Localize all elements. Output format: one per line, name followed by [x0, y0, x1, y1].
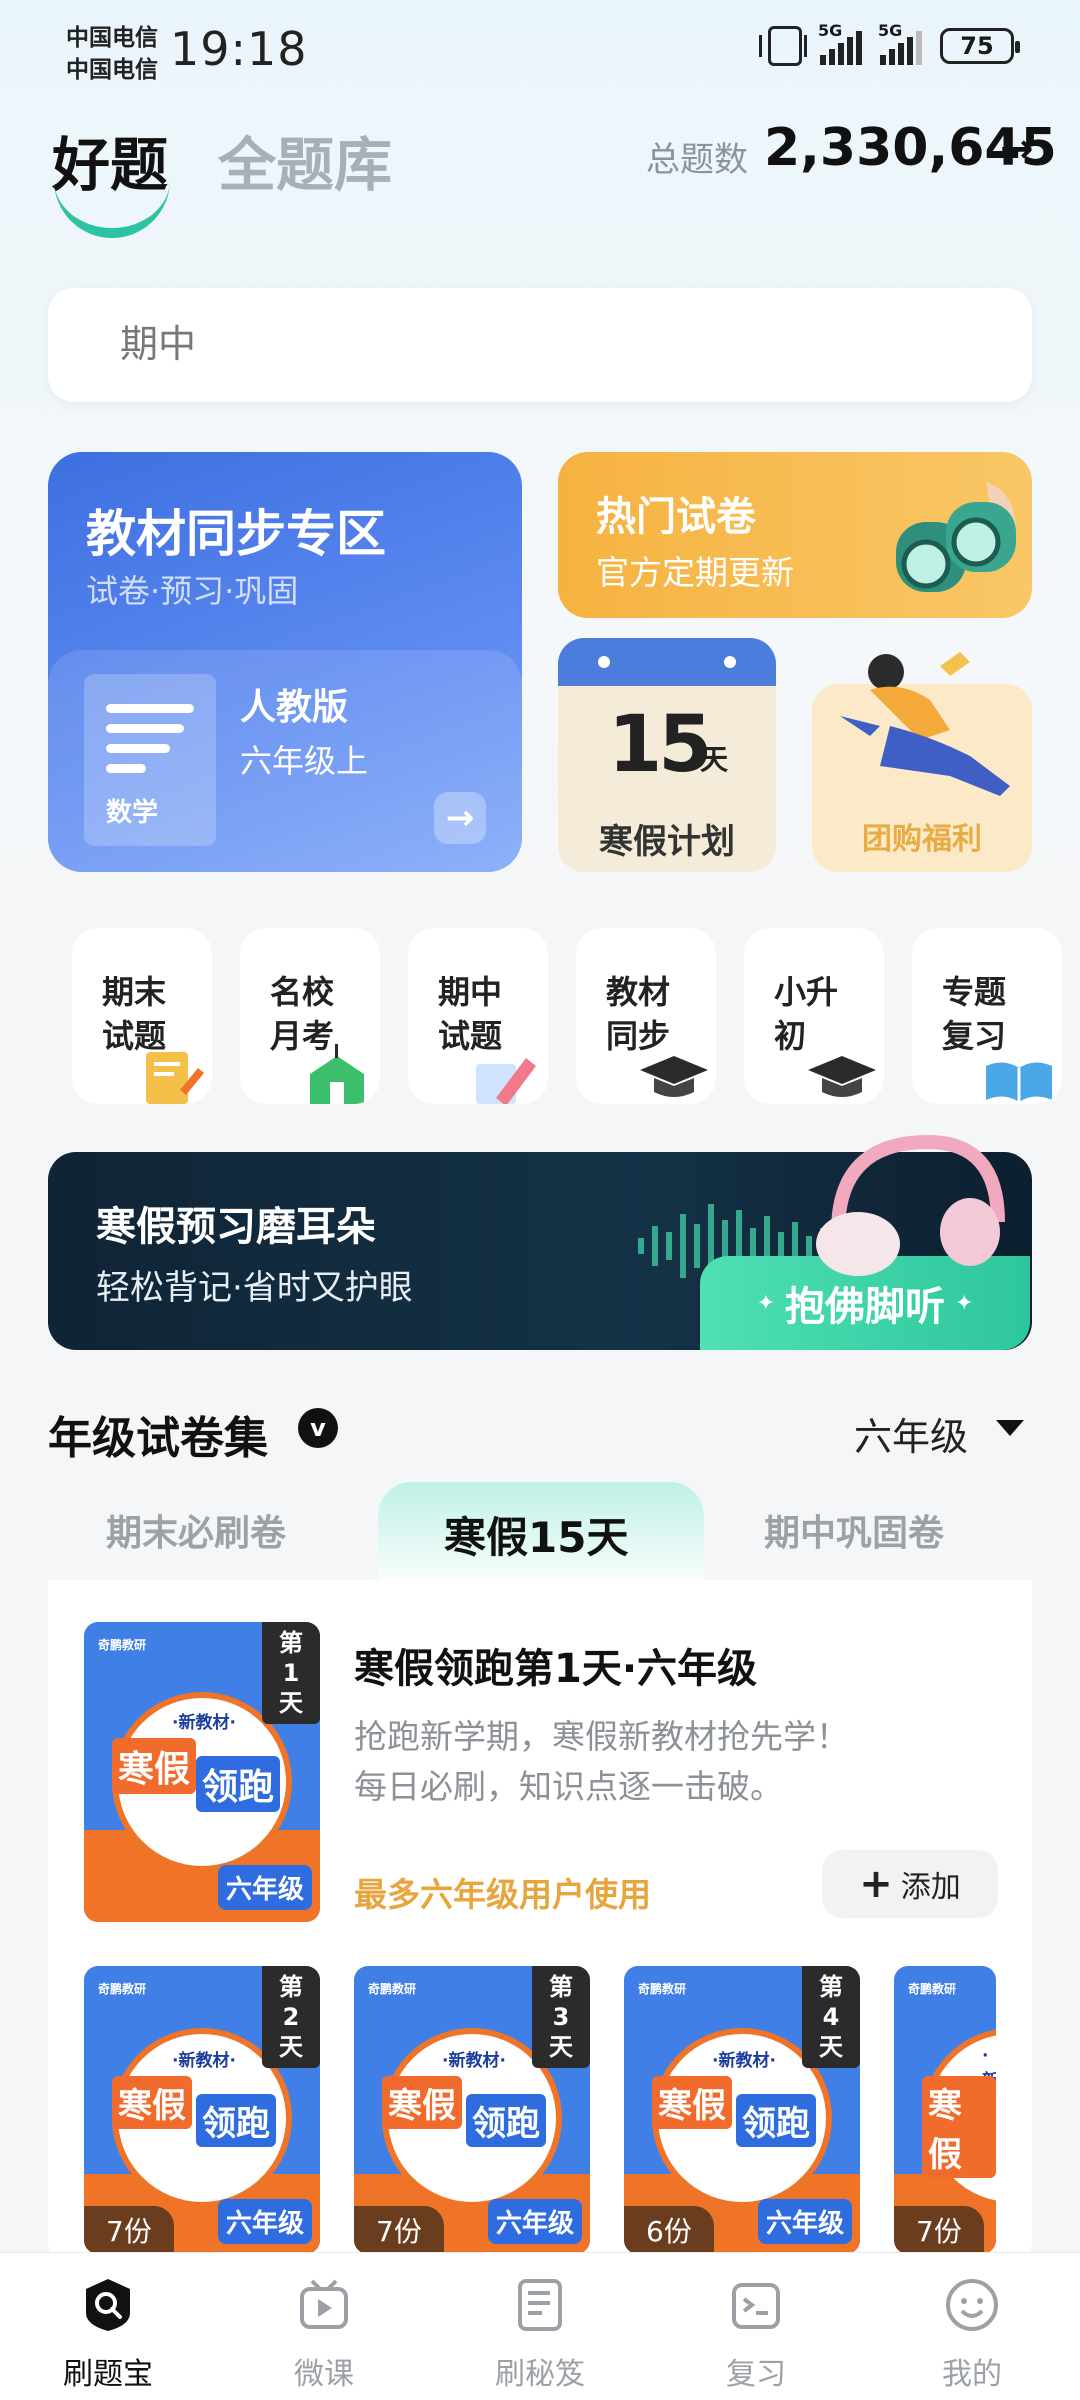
book-cover-icon: 数学	[84, 674, 216, 846]
carrier-2: 中国电信	[66, 57, 158, 83]
graduation-cap-icon	[808, 1056, 876, 1097]
calendar-ring-icon	[598, 656, 610, 668]
audio-banner-subtitle: 轻松背记·省时又护眼	[96, 1268, 413, 1308]
grade-collection-title: 年级试卷集	[48, 1413, 268, 1464]
day-paper-card[interactable]: 奇鹏教研 ·新教材· 寒假 领跑第 4 天六年级 6份	[624, 1966, 860, 2254]
listen-button-label: 抱佛脚听	[785, 1284, 945, 1330]
cover-grade-label: 六年级	[487, 2199, 582, 2244]
signal-icon-1: 5G	[818, 21, 862, 65]
winter-plan-card[interactable]: 15 天 寒假计划	[558, 638, 776, 872]
tab-question-bank[interactable]: 全题库	[218, 118, 392, 202]
day-tag: 第3天	[532, 1966, 590, 2068]
nav-item-micro-course[interactable]: 微课	[216, 2253, 432, 2400]
group-buy-label: 团购福利	[862, 822, 982, 857]
featured-paper-description: 抢跑新学期，寒假新教材抢先学！ 每日必刷，知识点逐一击破。	[354, 1717, 849, 1806]
paper-count-label: 7份	[84, 2206, 174, 2254]
carrier-info: 中国电信 中国电信	[66, 22, 158, 86]
notebook-icon	[518, 2279, 562, 2331]
vibrate-icon	[759, 26, 807, 66]
textbook-card-title: 教材同步专区	[86, 505, 386, 563]
grade-select[interactable]: 六年级	[854, 1406, 968, 1461]
headphones-icon	[816, 1134, 1005, 1276]
shortcut-final-exams[interactable]: 期末 试题	[72, 928, 212, 1104]
calendar-ring-icon	[724, 656, 736, 668]
video-icon	[300, 2279, 348, 2329]
cover-grade-label: 六年级	[217, 1865, 312, 1910]
book-subject-label: 数学	[106, 798, 159, 828]
search-icon	[86, 2279, 130, 2331]
tab-midterm-consolidate[interactable]: 期中巩固卷	[764, 1504, 944, 1556]
day-paper-card[interactable]: 奇鹏教研 ·新教材· 寒假 领跑第 3 天六年级 7份	[354, 1966, 590, 2254]
clock: 19:18	[170, 22, 308, 76]
shortcut-midterm[interactable]: 期中 试题	[408, 928, 548, 1104]
paper-count-label: 7份	[894, 2206, 984, 2254]
shortcut-primary-to-middle[interactable]: 小升初	[744, 928, 884, 1104]
winter-plan-number: 15	[608, 700, 713, 790]
smiley-icon	[946, 2279, 998, 2331]
add-button[interactable]: + 添加	[822, 1850, 998, 1918]
status-icons: 5G 5G 75	[759, 21, 1020, 66]
nav-item-shuatibao[interactable]: 刷题宝	[0, 2253, 216, 2400]
caret-down-icon[interactable]	[996, 1420, 1024, 1436]
shortcut-topic-review[interactable]: 专题 复习	[912, 928, 1062, 1104]
paper-pencil-icon	[146, 1052, 204, 1104]
graduation-cap-icon	[640, 1056, 708, 1097]
plus-icon: +	[859, 1861, 893, 1907]
nav-item-review[interactable]: 复习	[648, 2253, 864, 2400]
hot-papers-subtitle: 官方定期更新	[596, 553, 794, 592]
cover-grade-label: 六年级	[217, 2199, 312, 2244]
audio-banner-title: 寒假预习磨耳朵	[96, 1204, 376, 1250]
review-icon	[732, 2283, 780, 2329]
featured-paper-title[interactable]: 寒假领跑第1天·六年级	[354, 1636, 757, 1694]
nav-item-secret-notes[interactable]: 刷秘笈	[432, 2253, 648, 2400]
textbook-card-subtitle: 试卷·预习·巩固	[86, 572, 299, 610]
add-button-label: 添加	[900, 1870, 961, 1905]
running-person-icon	[840, 652, 1010, 796]
active-tab-indicator	[54, 178, 170, 238]
nav-item-mine[interactable]: 我的	[864, 2253, 1080, 2400]
textbook-grade: 六年级上	[240, 742, 369, 780]
hot-papers-card[interactable]: 热门试卷 官方定期更新	[558, 452, 1032, 618]
shortcut-textbook-sync[interactable]: 教材 同步	[576, 928, 716, 1104]
bottom-nav: 刷题宝 微课 刷秘笈 复习 我的	[0, 2252, 1080, 2400]
day-paper-card[interactable]: 奇鹏教研 ·新教材· 寒假 领跑第 2 天六年级 7份	[84, 1966, 320, 2254]
school-icon	[310, 1044, 364, 1104]
featured-paper-hint: 最多六年级用户使用	[354, 1875, 651, 1914]
day-tag: 第1天	[262, 1622, 320, 1724]
hot-papers-title: 热门试卷	[596, 494, 756, 540]
winter-plan-unit: 天	[700, 743, 729, 776]
textbook-sync-card[interactable]: 教材同步专区 试卷·预习·巩固 数学 人教版 六年级上 →	[48, 452, 522, 872]
paper-count-label: 7份	[354, 2206, 444, 2254]
pencil-icon	[476, 1058, 536, 1104]
shortcut-school-monthly[interactable]: 名校 月考	[240, 928, 380, 1104]
vip-badge-icon: v	[298, 1408, 338, 1448]
total-label[interactable]: 总题数	[646, 132, 748, 181]
battery-icon: 75	[940, 28, 1020, 64]
tab-final-must-do[interactable]: 期末必刷卷	[106, 1504, 286, 1556]
search-bar[interactable]	[48, 288, 1032, 402]
day-paper-card[interactable]: 奇鹏教研·新寒假7份	[894, 1966, 996, 2254]
search-input[interactable]	[120, 322, 920, 366]
sparkle-icon: ✦	[756, 1290, 775, 1316]
winter-plan-label: 寒假计划	[599, 822, 735, 862]
sparkle-icon: ✦	[955, 1290, 974, 1316]
signal-icon-2: 5G	[878, 21, 922, 65]
cover-grade-label: 六年级	[757, 2199, 852, 2244]
arrow-right-icon[interactable]: →	[1000, 126, 1034, 172]
paper-count-label: 6份	[624, 2206, 714, 2254]
day-tag: 第4天	[802, 1966, 860, 2068]
featured-paper-cover[interactable]: 奇鹏教研 ·新教材· 寒假 领跑 第1天 六年级	[84, 1622, 320, 1922]
calendar-header	[558, 638, 776, 686]
arrow-right-icon[interactable]: →	[434, 792, 486, 844]
tab-winter-15-days[interactable]: 寒假15天	[444, 1504, 628, 1565]
day-tag: 第2天	[262, 1966, 320, 2068]
textbook-edition: 人教版	[240, 687, 349, 728]
book-icon	[986, 1062, 1052, 1102]
binoculars-icon	[896, 482, 1016, 592]
carrier-1: 中国电信	[66, 25, 158, 51]
